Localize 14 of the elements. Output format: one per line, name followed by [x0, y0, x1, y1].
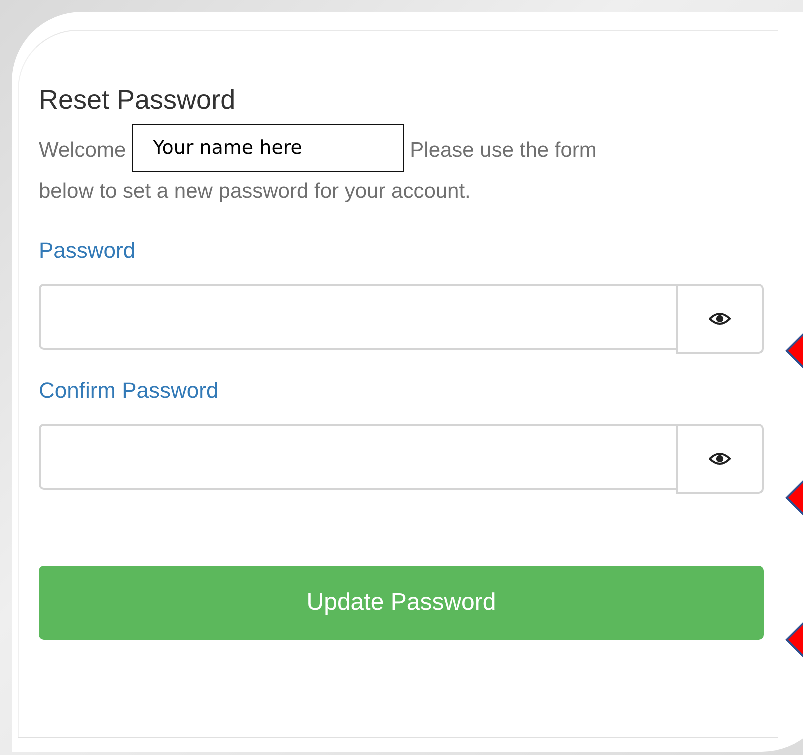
field-label: Password: [39, 238, 137, 264]
form-title: Reset Password: [39, 85, 237, 116]
show-password-button[interactable]: [676, 424, 764, 494]
instruction-text: below to set a new password for your account.: [39, 179, 472, 205]
eye-icon: [709, 312, 731, 326]
eye-icon: [709, 452, 731, 466]
instruction-text: Please use the form: [410, 138, 597, 164]
name-placeholder-box: Your name here: [132, 124, 404, 172]
password-field[interactable]: [39, 424, 676, 490]
update-password-button[interactable]: Update Password: [39, 566, 764, 640]
show-password-button[interactable]: [676, 284, 764, 354]
field-label: Confirm Password: [39, 378, 220, 404]
welcome-text: Welcome: [39, 138, 126, 164]
password-field[interactable]: [39, 284, 676, 350]
